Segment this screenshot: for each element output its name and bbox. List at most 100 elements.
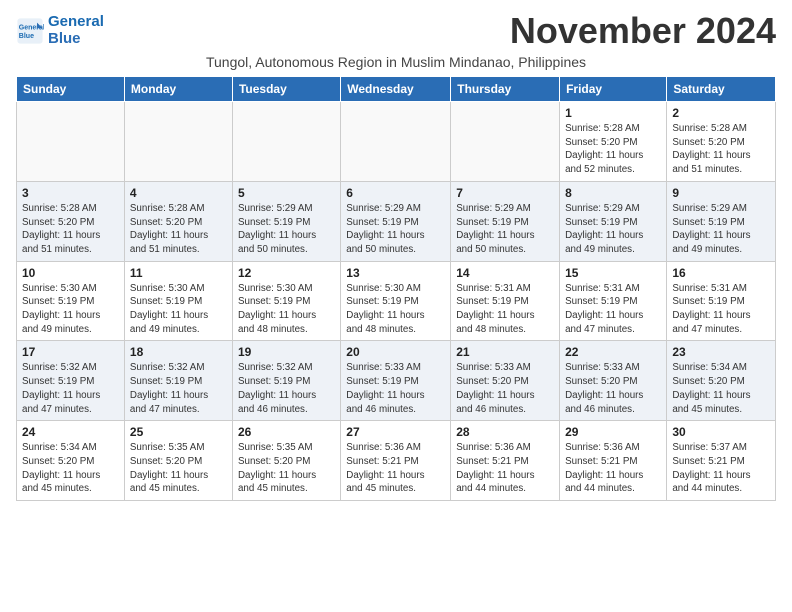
day-info: Sunrise: 5:28 AM Sunset: 5:20 PM Dayligh… — [22, 202, 119, 257]
day-number: 18 — [130, 345, 227, 359]
day-info: Sunrise: 5:33 AM Sunset: 5:20 PM Dayligh… — [565, 361, 661, 416]
day-info: Sunrise: 5:28 AM Sunset: 5:20 PM Dayligh… — [130, 202, 227, 257]
table-cell: 28 Sunrise: 5:36 AM Sunset: 5:21 PM Dayli… — [451, 421, 560, 501]
table-cell: 2 Sunrise: 5:28 AM Sunset: 5:20 PM Daylig… — [667, 102, 776, 182]
day-number: 14 — [456, 266, 554, 280]
day-number: 24 — [22, 425, 119, 439]
table-cell: 23Sunrise: 5:34 AM Sunset: 5:20 PM Dayli… — [667, 341, 776, 421]
header-thursday: Thursday — [451, 77, 560, 102]
header-saturday: Saturday — [667, 77, 776, 102]
table-cell: 5Sunrise: 5:29 AM Sunset: 5:19 PM Daylig… — [232, 181, 340, 261]
table-cell: 24 Sunrise: 5:34 AM Sunset: 5:20 PM Dayli… — [17, 421, 125, 501]
week-row-5: 24 Sunrise: 5:34 AM Sunset: 5:20 PM Dayli… — [17, 421, 776, 501]
table-cell: 21Sunrise: 5:33 AM Sunset: 5:20 PM Dayli… — [451, 341, 560, 421]
table-cell: 13 Sunrise: 5:30 AM Sunset: 5:19 PM Dayli… — [341, 261, 451, 341]
day-number: 16 — [672, 266, 770, 280]
day-number: 7 — [456, 186, 554, 200]
table-cell — [341, 102, 451, 182]
day-info: Sunrise: 5:32 AM Sunset: 5:19 PM Dayligh… — [130, 361, 227, 416]
table-cell: 19Sunrise: 5:32 AM Sunset: 5:19 PM Dayli… — [232, 341, 340, 421]
calendar-body: 1 Sunrise: 5:28 AM Sunset: 5:20 PM Daylig… — [17, 102, 776, 501]
calendar-page: General Blue General Blue November 2024 … — [0, 0, 792, 511]
table-cell: 10 Sunrise: 5:30 AM Sunset: 5:19 PM Dayli… — [17, 261, 125, 341]
day-number: 27 — [346, 425, 445, 439]
header-wednesday: Wednesday — [341, 77, 451, 102]
week-row-4: 17 Sunrise: 5:32 AM Sunset: 5:19 PM Dayli… — [17, 341, 776, 421]
header-monday: Monday — [124, 77, 232, 102]
day-number: 19 — [238, 345, 335, 359]
table-cell: 27 Sunrise: 5:36 AM Sunset: 5:21 PM Dayli… — [341, 421, 451, 501]
table-cell: 8 Sunrise: 5:29 AM Sunset: 5:19 PM Daylig… — [560, 181, 667, 261]
logo: General Blue General Blue — [16, 14, 104, 47]
table-cell: 12 Sunrise: 5:30 AM Sunset: 5:19 PM Dayli… — [232, 261, 340, 341]
table-cell: 29 Sunrise: 5:36 AM Sunset: 5:21 PM Dayli… — [560, 421, 667, 501]
day-info: Sunrise: 5:30 AM Sunset: 5:19 PM Dayligh… — [346, 282, 445, 337]
logo-icon: General Blue — [16, 17, 44, 45]
day-info: Sunrise: 5:35 AM Sunset: 5:20 PM Dayligh… — [130, 441, 227, 496]
table-cell: 18 Sunrise: 5:32 AM Sunset: 5:19 PM Dayli… — [124, 341, 232, 421]
day-info: Sunrise: 5:36 AM Sunset: 5:21 PM Dayligh… — [456, 441, 554, 496]
day-info: Sunrise: 5:30 AM Sunset: 5:19 PM Dayligh… — [130, 282, 227, 337]
day-info: Sunrise: 5:33 AM Sunset: 5:20 PM Dayligh… — [456, 361, 554, 416]
table-cell: 30 Sunrise: 5:37 AM Sunset: 5:21 PM Dayli… — [667, 421, 776, 501]
day-number: 13 — [346, 266, 445, 280]
table-cell — [124, 102, 232, 182]
table-cell: 20Sunrise: 5:33 AM Sunset: 5:19 PM Dayli… — [341, 341, 451, 421]
day-info: Sunrise: 5:29 AM Sunset: 5:19 PM Dayligh… — [238, 202, 335, 257]
table-cell: 4Sunrise: 5:28 AM Sunset: 5:20 PM Daylig… — [124, 181, 232, 261]
day-number: 30 — [672, 425, 770, 439]
day-number: 12 — [238, 266, 335, 280]
day-info: Sunrise: 5:37 AM Sunset: 5:21 PM Dayligh… — [672, 441, 770, 496]
table-cell: 9 Sunrise: 5:29 AM Sunset: 5:19 PM Daylig… — [667, 181, 776, 261]
header-friday: Friday — [560, 77, 667, 102]
day-number: 6 — [346, 186, 445, 200]
day-header-row: Sunday Monday Tuesday Wednesday Thursday… — [17, 77, 776, 102]
day-info: Sunrise: 5:32 AM Sunset: 5:19 PM Dayligh… — [22, 361, 119, 416]
day-number: 17 — [22, 345, 119, 359]
day-number: 15 — [565, 266, 661, 280]
day-info: Sunrise: 5:36 AM Sunset: 5:21 PM Dayligh… — [565, 441, 661, 496]
week-row-2: 3 Sunrise: 5:28 AM Sunset: 5:20 PM Daylig… — [17, 181, 776, 261]
day-info: Sunrise: 5:28 AM Sunset: 5:20 PM Dayligh… — [672, 122, 770, 177]
calendar-table: Sunday Monday Tuesday Wednesday Thursday… — [16, 76, 776, 501]
day-info: Sunrise: 5:34 AM Sunset: 5:20 PM Dayligh… — [672, 361, 770, 416]
day-info: Sunrise: 5:31 AM Sunset: 5:19 PM Dayligh… — [672, 282, 770, 337]
day-number: 8 — [565, 186, 661, 200]
day-number: 3 — [22, 186, 119, 200]
day-info: Sunrise: 5:31 AM Sunset: 5:19 PM Dayligh… — [456, 282, 554, 337]
header-sunday: Sunday — [17, 77, 125, 102]
day-number: 1 — [565, 106, 661, 120]
day-info: Sunrise: 5:36 AM Sunset: 5:21 PM Dayligh… — [346, 441, 445, 496]
day-number: 2 — [672, 106, 770, 120]
svg-text:Blue: Blue — [19, 33, 34, 40]
table-cell: 14 Sunrise: 5:31 AM Sunset: 5:19 PM Dayli… — [451, 261, 560, 341]
day-info: Sunrise: 5:35 AM Sunset: 5:20 PM Dayligh… — [238, 441, 335, 496]
day-info: Sunrise: 5:29 AM Sunset: 5:19 PM Dayligh… — [565, 202, 661, 257]
day-info: Sunrise: 5:28 AM Sunset: 5:20 PM Dayligh… — [565, 122, 661, 177]
table-cell: 25 Sunrise: 5:35 AM Sunset: 5:20 PM Dayli… — [124, 421, 232, 501]
table-cell — [451, 102, 560, 182]
day-number: 25 — [130, 425, 227, 439]
table-cell — [232, 102, 340, 182]
table-cell — [17, 102, 125, 182]
table-cell: 3 Sunrise: 5:28 AM Sunset: 5:20 PM Daylig… — [17, 181, 125, 261]
day-number: 10 — [22, 266, 119, 280]
day-number: 9 — [672, 186, 770, 200]
day-info: Sunrise: 5:30 AM Sunset: 5:19 PM Dayligh… — [22, 282, 119, 337]
day-info: Sunrise: 5:34 AM Sunset: 5:20 PM Dayligh… — [22, 441, 119, 496]
day-info: Sunrise: 5:29 AM Sunset: 5:19 PM Dayligh… — [456, 202, 554, 257]
table-cell: 6Sunrise: 5:29 AM Sunset: 5:19 PM Daylig… — [341, 181, 451, 261]
logo-text: General Blue — [48, 14, 104, 47]
table-cell: 1 Sunrise: 5:28 AM Sunset: 5:20 PM Daylig… — [560, 102, 667, 182]
day-info: Sunrise: 5:30 AM Sunset: 5:19 PM Dayligh… — [238, 282, 335, 337]
day-number: 11 — [130, 266, 227, 280]
table-cell: 26Sunrise: 5:35 AM Sunset: 5:20 PM Dayli… — [232, 421, 340, 501]
table-cell: 15Sunrise: 5:31 AM Sunset: 5:19 PM Dayli… — [560, 261, 667, 341]
table-cell: 16 Sunrise: 5:31 AM Sunset: 5:19 PM Dayli… — [667, 261, 776, 341]
day-info: Sunrise: 5:29 AM Sunset: 5:19 PM Dayligh… — [672, 202, 770, 257]
day-number: 29 — [565, 425, 661, 439]
header-tuesday: Tuesday — [232, 77, 340, 102]
week-row-1: 1 Sunrise: 5:28 AM Sunset: 5:20 PM Daylig… — [17, 102, 776, 182]
table-cell: 7 Sunrise: 5:29 AM Sunset: 5:19 PM Daylig… — [451, 181, 560, 261]
day-number: 28 — [456, 425, 554, 439]
